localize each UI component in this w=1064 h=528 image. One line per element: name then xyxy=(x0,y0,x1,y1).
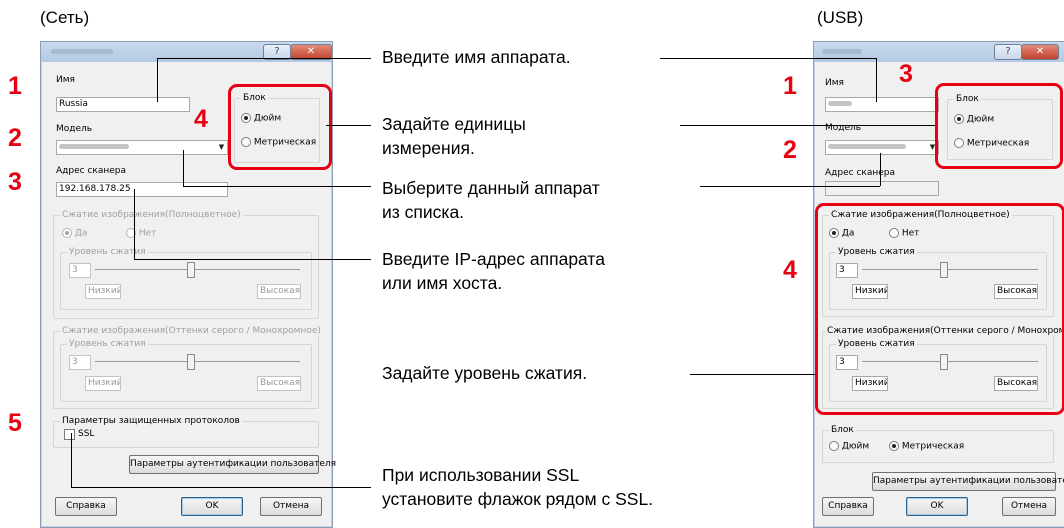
step-number-2: 2 xyxy=(8,124,22,152)
step-number-5: 5 xyxy=(8,409,22,437)
leader-name-net xyxy=(157,58,371,59)
leader-name-usb xyxy=(660,58,876,59)
title-bar: ? ✕ xyxy=(41,42,332,62)
color-compression-group: Сжатие изображения(Полноцветное) Да Нет … xyxy=(53,210,319,319)
annotation-set-compression: Задайте уровень сжатия. xyxy=(382,363,588,383)
usb-help-button[interactable]: Справка xyxy=(822,497,874,516)
usb-ok-button[interactable]: OK xyxy=(906,497,968,516)
leader-model-net xyxy=(183,186,371,187)
usb-scanner-address-input xyxy=(825,181,939,196)
cancel-button[interactable]: Отмена xyxy=(260,497,322,516)
annotation-select-device: Выберите данный аппарат из списка. xyxy=(382,178,600,222)
usb-close-icon[interactable]: ✕ xyxy=(1021,44,1059,60)
scanner-address-label: Адрес сканера xyxy=(56,166,126,176)
no-radio[interactable]: Нет xyxy=(126,228,156,239)
help-button[interactable]: Справка xyxy=(55,497,117,516)
usb-metric-radio-2[interactable]: Метрическая xyxy=(889,441,964,452)
level-value-box[interactable]: 3 xyxy=(69,263,91,278)
ssl-label: SSL xyxy=(78,429,95,439)
unit-highlight-box xyxy=(228,84,332,170)
level-slider-track[interactable] xyxy=(95,269,300,270)
gray-compression-title: Сжатие изображения(Оттенки серого / Моно… xyxy=(60,326,323,336)
leader-ssl xyxy=(71,487,371,488)
leader-ip xyxy=(134,259,371,260)
color-compression-title: Сжатие изображения(Полноцветное) xyxy=(60,210,243,220)
secure-protocols-group: Параметры защищенных протоколов SSL xyxy=(53,416,319,448)
gray-compression-group: Сжатие изображения(Оттенки серого / Моно… xyxy=(53,326,323,409)
model-label: Модель xyxy=(56,124,93,134)
usb-title-bar: ? ✕ xyxy=(814,42,1064,62)
usb-unit-group-2: Блок Дюйм Метрическая xyxy=(822,425,1054,463)
annotation-ssl: При использовании SSL установите флажок … xyxy=(382,465,654,509)
caption-usb: (USB) xyxy=(817,8,864,27)
step-number-1: 1 xyxy=(8,72,22,100)
usb-step-number-1: 1 xyxy=(783,72,797,100)
gray-high-label: Высокая xyxy=(257,376,301,391)
auth-settings-button[interactable]: Параметры аутентификации пользователя xyxy=(129,455,336,474)
usb-step-number-2: 2 xyxy=(783,136,797,164)
high-label: Высокая xyxy=(257,284,301,299)
gray-level-title: Уровень сжатия xyxy=(67,339,148,349)
usb-step-number-4: 4 xyxy=(783,256,797,284)
usb-unit-highlight-box xyxy=(935,83,1063,169)
ssl-checkbox[interactable] xyxy=(64,429,75,440)
gray-slider-thumb[interactable] xyxy=(187,354,195,370)
gray-low-label: Низкий xyxy=(85,376,121,391)
annotation-enter-ip: Введите IP-адрес аппарата или имя хоста. xyxy=(382,249,605,293)
name-input[interactable]: Russia xyxy=(56,97,190,112)
gray-level-value-box[interactable]: 3 xyxy=(69,355,91,370)
usb-step-number-3: 3 xyxy=(899,60,913,88)
scanner-address-input[interactable]: 192.168.178.25 xyxy=(56,182,228,197)
usb-name-input[interactable] xyxy=(825,97,939,112)
usb-scanner-address-label: Адрес сканера xyxy=(825,168,895,178)
annotation-set-units: Задайте единицы измерения. xyxy=(382,114,526,158)
chevron-down-icon[interactable]: ▼ xyxy=(217,142,226,153)
annotation-enter-name: Введите имя аппарата. xyxy=(382,47,571,67)
yes-radio[interactable]: Да xyxy=(62,228,87,239)
level-slider-thumb[interactable] xyxy=(187,262,195,278)
usb-inch-radio-2[interactable]: Дюйм xyxy=(829,441,869,452)
usb-compression-highlight-box xyxy=(815,203,1064,415)
gray-slider-track[interactable] xyxy=(95,361,300,362)
compression-level-title: Уровень сжатия xyxy=(67,247,148,257)
leader-unit-usb xyxy=(680,125,935,126)
usb-cancel-button[interactable]: Отмена xyxy=(1002,497,1056,516)
usb-model-combobox[interactable]: ▼ xyxy=(825,140,939,155)
usb-auth-settings-button[interactable]: Параметры аутентификации пользователя xyxy=(872,472,1064,491)
low-label: Низкий xyxy=(85,284,121,299)
leader-compression xyxy=(690,374,815,375)
compression-level-group: Уровень сжатия 3 Низкий Высокая xyxy=(60,247,312,310)
usb-name-label: Имя xyxy=(825,78,844,88)
name-label: Имя xyxy=(56,75,75,85)
ok-button[interactable]: OK xyxy=(181,497,243,516)
step-number-4: 4 xyxy=(194,105,208,133)
caption-network: (Сеть) xyxy=(40,8,90,27)
gray-level-group: Уровень сжатия 3 Низкий Высокая xyxy=(60,339,312,402)
step-number-3: 3 xyxy=(8,168,22,196)
leader-unit-net xyxy=(326,125,371,126)
usb-help-icon[interactable]: ? xyxy=(994,44,1022,60)
usb-unit-group-2-title: Блок xyxy=(829,425,856,435)
model-combobox[interactable]: ▼ xyxy=(56,140,228,155)
secure-protocols-title: Параметры защищенных протоколов xyxy=(60,416,242,426)
leader-model-usb xyxy=(700,186,880,187)
